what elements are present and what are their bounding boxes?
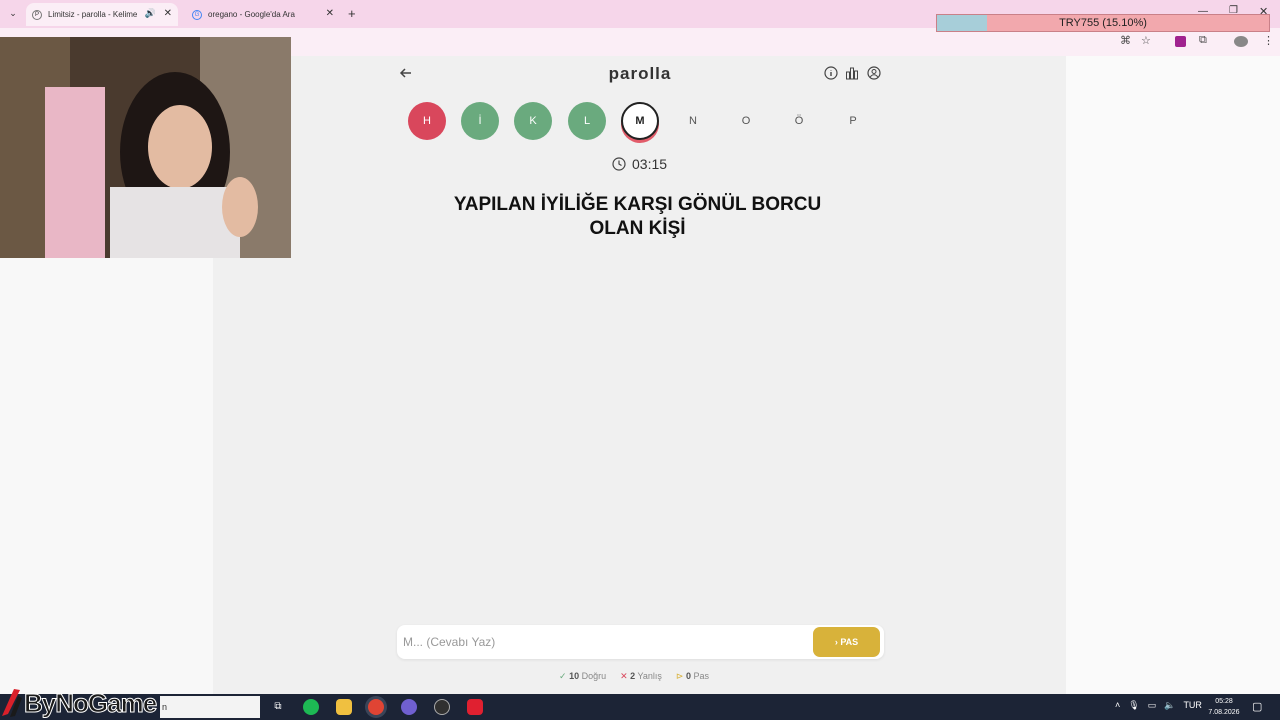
app-icon[interactable] xyxy=(434,699,450,715)
profile-avatar[interactable] xyxy=(1234,36,1248,47)
tab-title: oregano - Google'da Ara xyxy=(208,10,295,19)
letter-o: O xyxy=(741,115,751,127)
answer-box xyxy=(397,625,884,659)
spotify-icon[interactable] xyxy=(303,699,319,715)
letter-n: N xyxy=(689,115,697,127)
user-profile-icon[interactable] xyxy=(867,66,881,80)
letter-p: P xyxy=(849,115,857,127)
tab-oregano[interactable]: G oregano - Google'da Ara ✕ xyxy=(186,3,340,26)
letter-k: K xyxy=(514,102,552,140)
letter-l: L xyxy=(568,102,606,140)
taskbar-search[interactable]: n xyxy=(160,696,260,718)
microphone-icon[interactable]: 🎙 xyxy=(1128,700,1139,711)
chevron-up-icon[interactable]: ˄ xyxy=(1115,700,1120,711)
webcam-overlay xyxy=(0,37,291,258)
notification-icon[interactable]: ▢ xyxy=(1252,700,1262,713)
tab-parolla[interactable]: P Limitsiz - parolla - Kelime o 🔊 ✕ xyxy=(26,3,178,26)
clock-date: 7.08.2026 xyxy=(1208,709,1240,716)
timer: 03:15 xyxy=(612,155,667,173)
chrome-icon[interactable] xyxy=(368,699,384,715)
check-icon: ✓ xyxy=(559,671,567,681)
letter-m-current: M xyxy=(621,102,659,140)
bookmark-star-icon[interactable]: ☆ xyxy=(1141,34,1151,47)
game-area xyxy=(213,56,1066,694)
google-favicon-icon: G xyxy=(192,9,202,20)
new-tab-button[interactable]: + xyxy=(348,6,356,21)
pass-stat-label: Pas xyxy=(693,671,709,681)
webcam-feed xyxy=(0,37,291,258)
close-icon[interactable]: ✕ xyxy=(164,8,172,19)
cross-icon: ✕ xyxy=(620,671,628,681)
volume-icon[interactable]: 🔈 xyxy=(1164,700,1175,711)
extension-icon[interactable] xyxy=(1175,36,1186,47)
pass-button-label: PAS xyxy=(840,637,859,647)
app-title: parolla xyxy=(608,64,672,83)
letter-h: H xyxy=(408,102,446,140)
question-line-2: OLAN KİŞİ xyxy=(589,218,686,239)
letter-o-umlaut: Ö xyxy=(794,115,804,127)
file-explorer-icon[interactable] xyxy=(336,699,352,715)
pass-stat: ⊳ 0 Pas xyxy=(676,671,709,682)
correct-count: 10 xyxy=(569,671,580,681)
ticker-label: TRY755 (15.10%) xyxy=(1059,17,1147,29)
answer-input[interactable] xyxy=(403,633,803,651)
tab-title: Limitsiz - parolla - Kelime o xyxy=(48,10,140,19)
watermark-text: ByNoGame xyxy=(23,687,157,718)
puzzle-extensions-icon[interactable]: ⧉ xyxy=(1199,34,1207,47)
page-right-margin xyxy=(1066,56,1280,694)
clock-icon xyxy=(612,157,626,171)
chevron-right-icon: › xyxy=(834,637,838,647)
question-text: YAPILAN İYİLİĞE KARŞI GÖNÜL BORCU OLAN K… xyxy=(420,193,855,241)
stats-chart-icon[interactable] xyxy=(845,66,859,80)
info-icon[interactable] xyxy=(824,66,838,80)
speaker-icon[interactable]: 🔊 xyxy=(145,8,156,19)
score-stats: ✓ 10 Doğru ✕ 2 Yanlış ⊳ 0 Pas xyxy=(559,671,709,682)
correct-stat: ✓ 10 Doğru xyxy=(559,671,606,682)
wrong-count: 2 xyxy=(630,671,636,681)
skip-icon: ⊳ xyxy=(675,671,684,681)
wrong-stat: ✕ 2 Yanlış xyxy=(620,671,662,682)
question-line-1: YAPILAN İYİLİĞE KARŞI GÖNÜL BORCU xyxy=(453,194,822,215)
task-view-icon[interactable]: ⧉ xyxy=(270,699,286,715)
correct-label: Doğru xyxy=(581,671,607,681)
back-arrow-icon[interactable] xyxy=(399,66,413,85)
watermark-logo-icon xyxy=(2,689,22,717)
clock-time: 05:28 xyxy=(1215,698,1233,705)
translate-icon[interactable]: ⌘ xyxy=(1120,34,1131,47)
close-icon[interactable]: ✕ xyxy=(326,8,334,19)
pass-button[interactable]: › PAS xyxy=(813,627,880,657)
stock-ticker: TRY755 (15.10%) xyxy=(936,14,1270,32)
letter-i-dotted: İ xyxy=(461,102,499,140)
browser-menu-icon[interactable]: ⋮ xyxy=(1263,34,1274,47)
tab-search-button[interactable]: ⌄ xyxy=(6,8,20,20)
timer-value: 03:15 xyxy=(632,156,668,172)
obs-icon[interactable] xyxy=(401,699,417,715)
pass-count: 0 xyxy=(685,671,691,681)
system-tray: ˄ 🎙 ▭ 🔈 TUR xyxy=(1115,700,1202,711)
network-icon[interactable]: ▭ xyxy=(1148,700,1157,711)
taskbar-clock[interactable]: 05:28 7.08.2026 xyxy=(1200,696,1248,718)
wrong-label: Yanlış xyxy=(637,671,662,681)
streaming-app-icon[interactable] xyxy=(467,699,483,715)
parolla-favicon-icon: P xyxy=(32,9,42,20)
watermark: ByNoGame xyxy=(0,686,158,720)
